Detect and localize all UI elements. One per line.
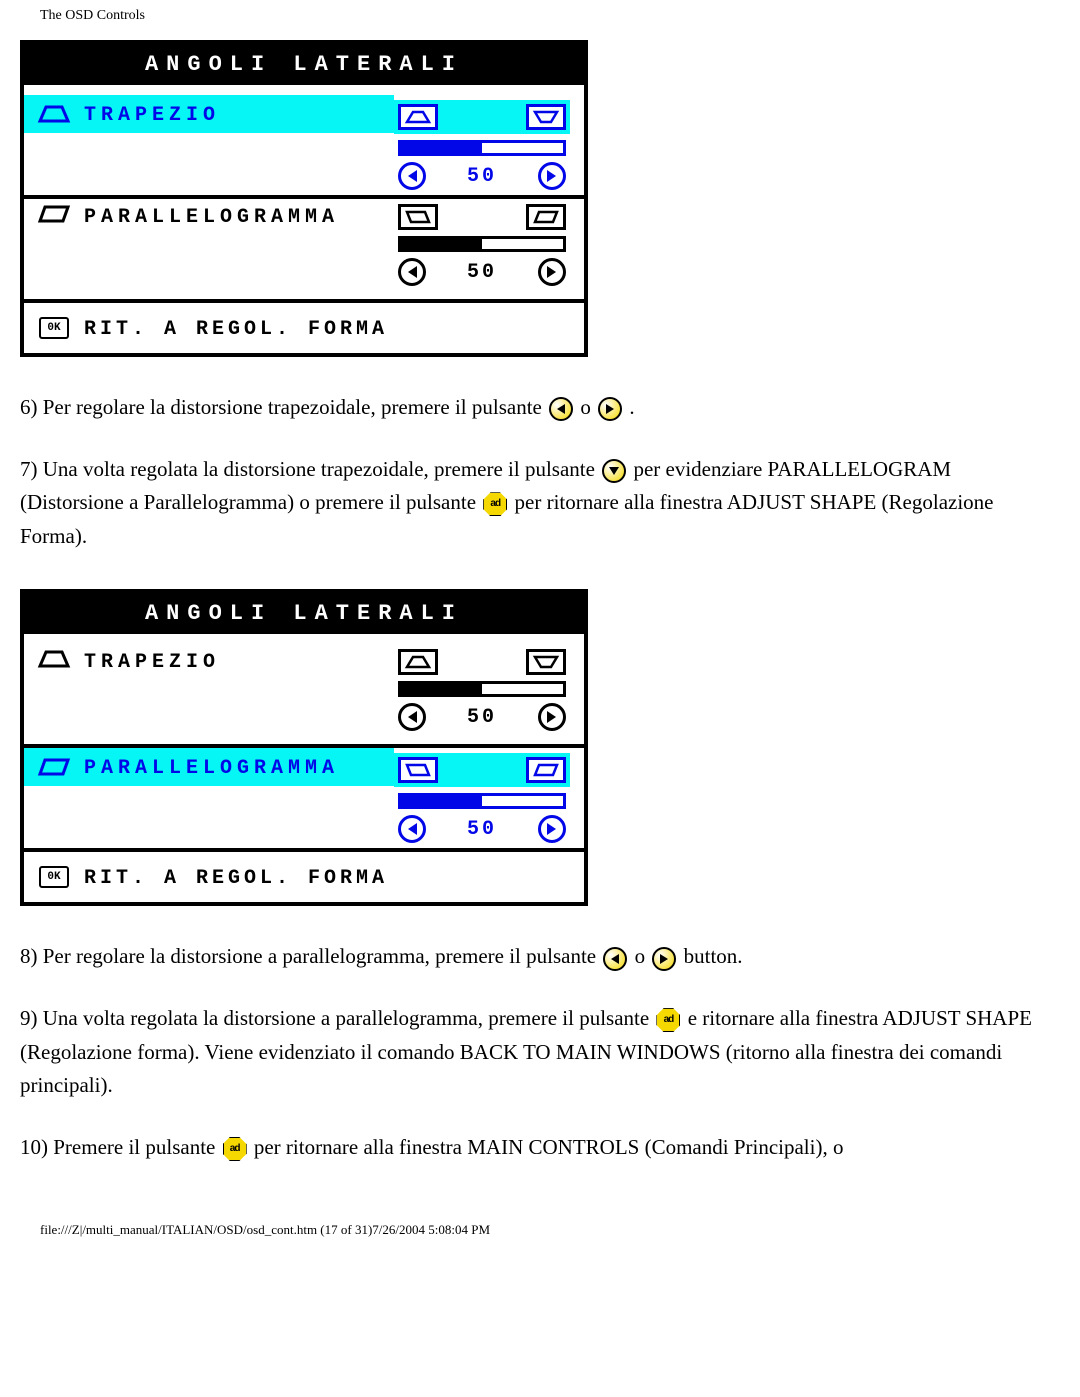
parallelogram-left-icon: [398, 204, 438, 230]
trapezio-value: 50: [467, 706, 497, 729]
parallelogramma-value: 50: [467, 261, 497, 284]
ok-icon: 0K: [24, 317, 84, 339]
right-arrow-button-icon: [652, 947, 676, 971]
parallelogram-icon: [24, 204, 84, 224]
increase-button[interactable]: [538, 703, 566, 731]
osd-screen-1: ANGOLI LATERALI TRAPEZIO 50: [20, 40, 588, 357]
trapezoid-narrow-top-icon: [398, 649, 438, 675]
trapezio-label: TRAPEZIO: [84, 649, 220, 674]
osd-title: ANGOLI LATERALI: [24, 44, 584, 85]
instruction-9: 9) Una volta regolata la distorsione a p…: [20, 1002, 1060, 1103]
ok-button-icon: ad: [223, 1137, 247, 1161]
trapezio-label: TRAPEZIO: [84, 102, 220, 127]
trapezoid-wide-top-icon: [526, 649, 566, 675]
trapezio-slider[interactable]: [398, 681, 566, 697]
osd-screen-2: ANGOLI LATERALI TRAPEZIO 50: [20, 589, 588, 906]
parallelogramma-label: PARALLELOGRAMMA: [84, 755, 339, 780]
right-arrow-button-icon: [598, 397, 622, 421]
left-arrow-button-icon: [603, 947, 627, 971]
parallelogramma-label: PARALLELOGRAMMA: [84, 204, 339, 229]
parallelogramma-value: 50: [467, 818, 497, 841]
trapezio-slider[interactable]: [398, 140, 566, 156]
ok-button-icon: ad: [483, 492, 507, 516]
decrease-button[interactable]: [398, 703, 426, 731]
increase-button[interactable]: [538, 162, 566, 190]
parallelogram-right-icon: [526, 757, 566, 783]
trapezio-value: 50: [467, 165, 497, 188]
trapezoid-wide-top-icon: [526, 104, 566, 130]
instruction-7: 7) Una volta regolata la distorsione tra…: [20, 453, 1060, 554]
parallelogramma-slider[interactable]: [398, 793, 566, 809]
instruction-8: 8) Per regolare la distorsione a paralle…: [20, 940, 1060, 974]
osd-title: ANGOLI LATERALI: [24, 593, 584, 634]
trapezoid-up-icon: [24, 104, 84, 124]
increase-button[interactable]: [538, 815, 566, 843]
decrease-button[interactable]: [398, 162, 426, 190]
left-arrow-button-icon: [549, 397, 573, 421]
increase-button[interactable]: [538, 258, 566, 286]
decrease-button[interactable]: [398, 815, 426, 843]
parallelogram-left-icon: [398, 757, 438, 783]
trapezoid-up-icon: [24, 649, 84, 669]
trapezoid-narrow-top-icon: [398, 104, 438, 130]
return-label: RIT. A REGOL. FORMA: [84, 865, 388, 890]
instruction-6: 6) Per regolare la distorsione trapezoid…: [20, 391, 1060, 425]
return-label: RIT. A REGOL. FORMA: [84, 316, 388, 341]
instruction-10: 10) Premere il pulsante ad per ritornare…: [20, 1131, 1060, 1165]
parallelogram-icon: [24, 757, 84, 777]
parallelogram-right-icon: [526, 204, 566, 230]
parallelogramma-slider[interactable]: [398, 236, 566, 252]
ok-button-icon: ad: [656, 1008, 680, 1032]
page-footer: file:///Z|/multi_manual/ITALIAN/OSD/osd_…: [0, 1192, 1080, 1258]
down-arrow-button-icon: [602, 459, 626, 483]
decrease-button[interactable]: [398, 258, 426, 286]
ok-icon: 0K: [24, 866, 84, 888]
page-header: The OSD Controls: [0, 0, 1080, 32]
